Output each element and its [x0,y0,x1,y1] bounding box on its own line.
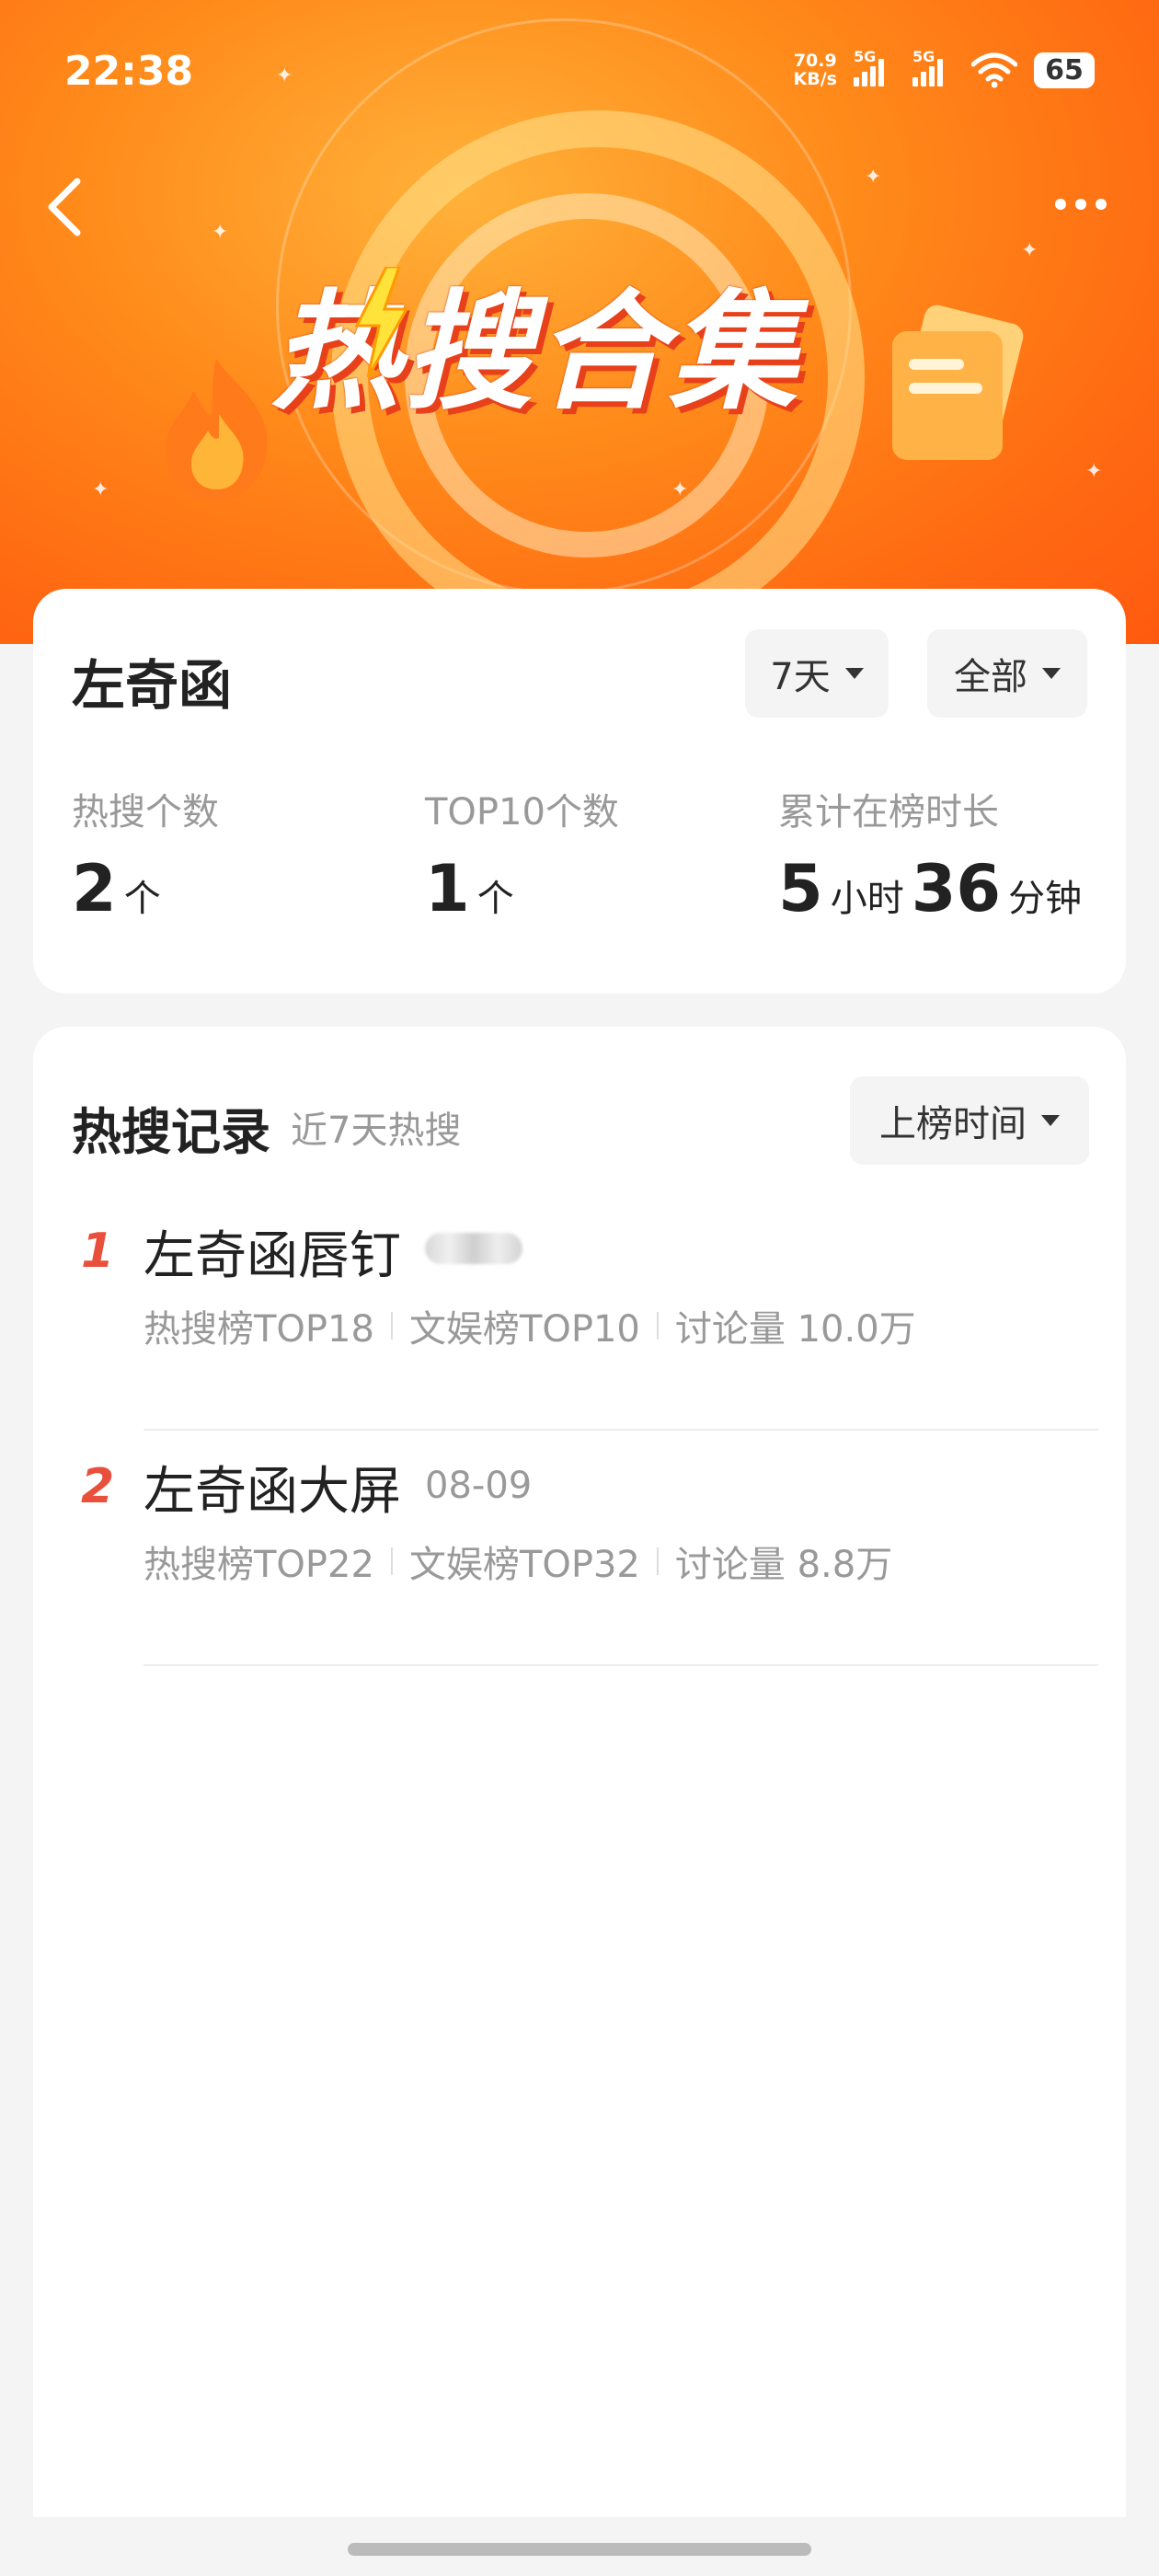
profile-summary-card: 左奇函 7天 全部 热搜个数 2 个 TOP10个数 1 个 累计在榜时长 5 … [33,589,1126,994]
scope-filter-label: 全部 [954,656,1027,698]
list-item[interactable]: 2 左奇函大屏 08-09 热搜榜TOP22 文娱榜TOP32 讨论量 8.8万 [33,1432,1126,1666]
chevron-left-icon [48,178,81,236]
rank-number: 2 [81,1459,115,1514]
record-title: 左奇函大屏 [143,1462,401,1522]
status-time: 22:38 [64,48,194,95]
caret-down-icon [1042,668,1061,679]
network-speed-unit: KB/s [793,69,837,89]
stat-unit: 个 [476,878,514,920]
person-name-text: 左奇函 [72,654,233,717]
stat-number: 2 [72,851,117,926]
list-item[interactable]: 1 左奇函唇钉 热搜榜TOP18 文娱榜TOP10 讨论量 10.0万 [33,1196,1126,1431]
ent-rank: 文娱榜TOP32 [408,1544,640,1586]
stat-unit: 个 [123,878,161,920]
hot-rank: 热搜榜TOP18 [143,1308,374,1351]
divider [656,1312,659,1340]
stat-value-hot-count: 2 个 [72,851,161,926]
divider [390,1547,393,1575]
network-speed: 70.9 KB/s [794,52,837,88]
record-title: 左奇函唇钉 [143,1226,401,1286]
hot-rank: 热搜榜TOP22 [143,1544,374,1586]
sort-label: 上榜时间 [879,1103,1027,1145]
status-bar: 22:38 70.9 KB/s 5G 5G 65 [0,0,1159,147]
stat-hours-unit: 小时 [830,878,904,920]
signal-icon: 5G [912,48,955,86]
stat-minutes-unit: 分钟 [1008,878,1083,920]
sparkle-icon: ✦ [865,166,882,189]
folder-icon [892,305,1024,460]
stat-value-duration: 5 小时 36 分钟 [778,851,1082,926]
records-title: 热搜记录 [72,1103,270,1161]
stat-minutes: 36 [911,851,1002,926]
sparkle-icon: ✦ [212,221,229,244]
row-divider [143,1429,1098,1431]
battery-indicator: 65 [1034,52,1095,88]
row-divider [143,1664,1098,1666]
record-meta: 热搜榜TOP18 文娱榜TOP10 讨论量 10.0万 [143,1299,916,1352]
stat-label-hot-count: 热搜个数 [72,791,219,834]
more-dot-icon [1075,199,1086,210]
stat-hours: 5 [778,851,823,926]
status-icons: 70.9 KB/s 5G 5G 65 [794,48,1095,88]
hero-banner: ✦ ✦ ✦ ✦ ✦ ✦ ✦ 热搜合集 22:38 70.9 KB/s 5G 5G… [0,0,1159,644]
more-options-button[interactable] [1039,184,1122,224]
stat-label-duration: 累计在榜时长 [778,791,999,834]
sort-dropdown[interactable]: 上榜时间 [850,1076,1089,1165]
home-indicator[interactable] [348,2543,811,2556]
person-name: 左奇函 [72,642,239,719]
caret-down-icon [844,668,864,679]
period-filter-label: 7天 [770,656,831,698]
signal-icon: 5G [854,48,896,86]
back-button[interactable] [37,170,92,244]
fire-icon [166,359,268,501]
hot-search-records-card: 热搜记录 近7天热搜 上榜时间 1 左奇函唇钉 热搜榜TOP18 文娱榜TOP1… [33,1027,1126,2517]
more-dot-icon [1055,199,1066,210]
more-dot-icon [1096,199,1107,210]
divider [390,1312,393,1340]
sparkle-icon: ✦ [92,478,109,501]
records-subtitle: 近7天热搜 [291,1110,462,1152]
lightning-icon [354,267,409,377]
sim2-label: 5G [912,48,935,65]
rank-number: 1 [81,1224,115,1279]
scope-filter-dropdown[interactable]: 全部 [927,629,1087,718]
sparkle-icon: ✦ [671,478,689,501]
stat-number: 1 [425,851,470,926]
discussion-count: 讨论量 10.0万 [674,1308,916,1351]
record-date: 08-09 [425,1465,533,1507]
caret-down-icon [1041,1115,1060,1126]
blurred-tag [425,1233,522,1264]
ent-rank: 文娱榜TOP10 [408,1308,640,1351]
divider [656,1547,659,1575]
stat-value-top10-count: 1 个 [425,851,514,926]
network-speed-value: 70.9 [793,51,837,71]
wifi-icon [971,52,1017,88]
sparkle-icon: ✦ [1085,460,1103,483]
discussion-count: 讨论量 8.8万 [674,1544,893,1586]
record-meta: 热搜榜TOP22 文娱榜TOP32 讨论量 8.8万 [143,1535,892,1588]
sim1-label: 5G [854,48,877,65]
period-filter-dropdown[interactable]: 7天 [745,629,889,718]
stat-label-top10-count: TOP10个数 [425,791,619,834]
sparkle-icon: ✦ [1021,239,1039,262]
